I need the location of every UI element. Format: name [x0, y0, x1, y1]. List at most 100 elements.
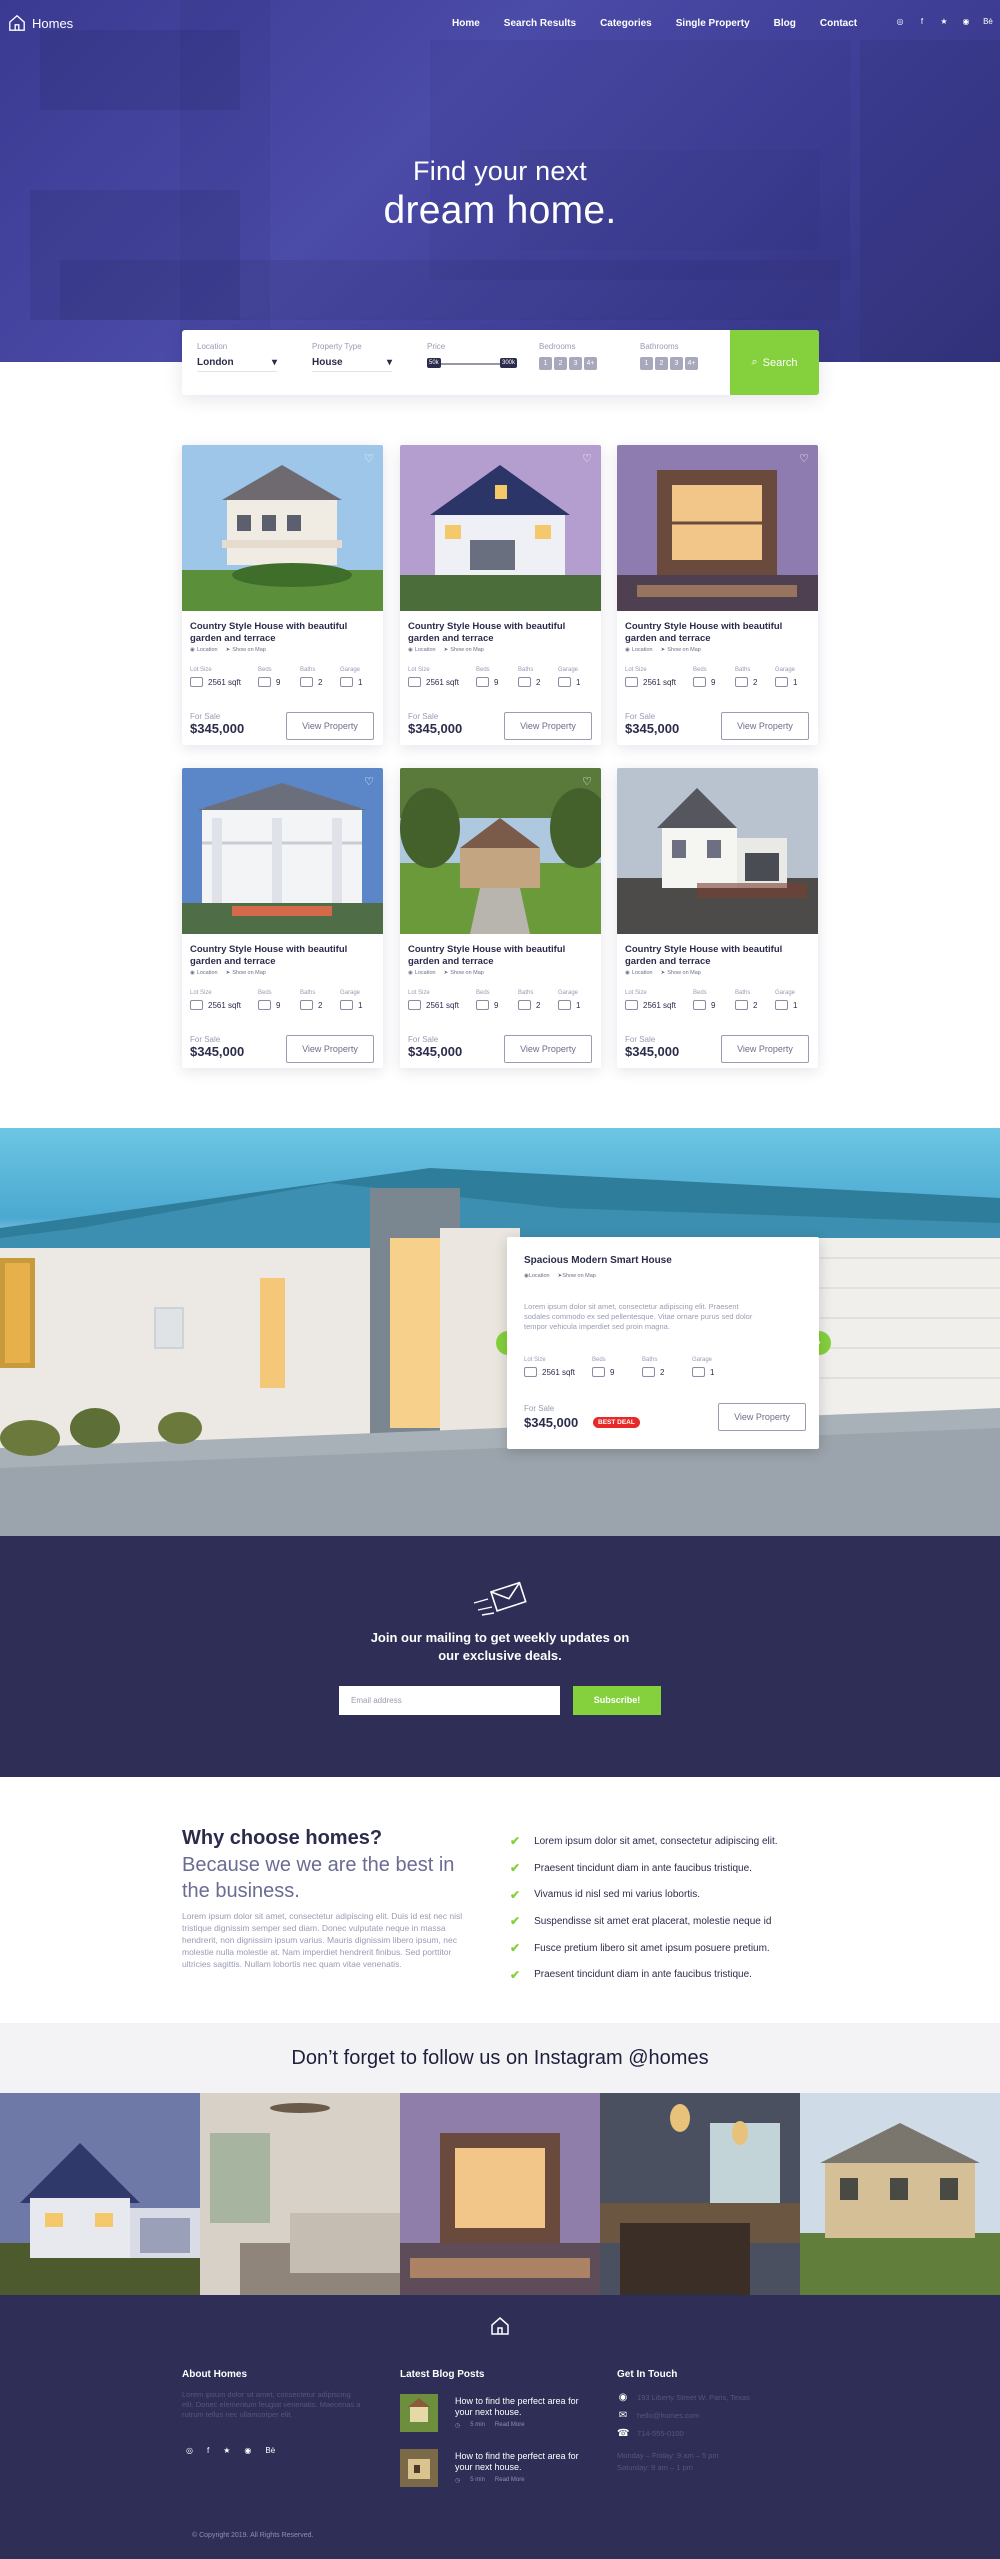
show-on-map-link[interactable]: ➤Show on Map — [444, 970, 484, 976]
sale-status: For Sale — [524, 1404, 555, 1413]
pinterest-icon[interactable]: ◎ — [186, 2446, 193, 2455]
location-link[interactable]: ◉Location — [524, 1273, 550, 1279]
brand[interactable]: Homes — [8, 14, 73, 32]
property-card[interactable]: Country Style House with beautiful garde… — [617, 768, 818, 1068]
behance-icon[interactable]: Bė — [982, 17, 994, 26]
property-photo[interactable] — [400, 768, 601, 934]
menu-blog[interactable]: Blog — [774, 18, 796, 29]
phone-icon: ☎ — [617, 2428, 630, 2439]
garage-value: 1 — [793, 677, 798, 687]
heart-icon[interactable]: ♡ — [799, 452, 809, 465]
location-link[interactable]: ◉Location — [190, 647, 218, 653]
bathrooms-option[interactable]: 2 — [655, 357, 668, 370]
view-property-button[interactable]: View Property — [504, 712, 592, 740]
location-link[interactable]: ◉Location — [408, 970, 436, 976]
menu-contact[interactable]: Contact — [820, 18, 857, 29]
baths-value: 2 — [318, 1000, 323, 1010]
property-title: Country Style House with beautiful garde… — [625, 621, 783, 644]
location-link[interactable]: ◉Location — [625, 970, 653, 976]
blog-post[interactable]: How to find the perfect area for your ne… — [400, 2394, 600, 2434]
property-photo[interactable] — [182, 445, 383, 611]
sale-status: For Sale — [408, 1035, 439, 1044]
price-min-handle[interactable]: 50k — [427, 358, 441, 368]
facebook-icon[interactable]: f — [916, 17, 928, 26]
beds-value: 9 — [711, 1000, 716, 1010]
show-on-map-link[interactable]: ➤Show on Map — [226, 970, 266, 976]
facebook-icon[interactable]: f — [207, 2446, 209, 2455]
property-specs: Lot Size 2561 sqft Beds 9 Baths 2 Garage 1 — [625, 990, 815, 1018]
heart-icon[interactable]: ♡ — [582, 452, 592, 465]
show-on-map-link[interactable]: ➤Show on Map — [558, 1273, 596, 1279]
view-property-button[interactable]: View Property — [286, 1035, 374, 1063]
property-card[interactable]: ♡ Country Style House with beautiful gar… — [617, 445, 818, 745]
garage-label: Garage — [775, 667, 796, 673]
instagram-photo[interactable] — [200, 2093, 400, 2295]
twitter-icon[interactable]: ★ — [938, 17, 950, 26]
view-property-button[interactable]: View Property — [718, 1403, 806, 1431]
email-field[interactable]: Email address — [339, 1686, 560, 1715]
beds-label: Beds — [258, 990, 272, 996]
heart-icon[interactable]: ♡ — [364, 775, 374, 788]
read-more-link[interactable]: Read More — [495, 2422, 525, 2429]
behance-icon[interactable]: Bė — [265, 2446, 275, 2455]
property-photo[interactable] — [617, 445, 818, 611]
dribbble-icon[interactable]: ◉ — [244, 2446, 251, 2455]
property-card[interactable]: ♡ Country Style House with beautiful gar… — [182, 445, 383, 745]
bedrooms-option[interactable]: 1 — [539, 357, 552, 370]
heart-icon[interactable]: ♡ — [582, 775, 592, 788]
property-photo[interactable] — [182, 768, 383, 934]
read-more-link[interactable]: Read More — [495, 2477, 525, 2484]
price-range-slider[interactable]: 50k 300k — [427, 357, 517, 371]
twitter-icon[interactable]: ★ — [223, 2446, 230, 2455]
subscribe-button[interactable]: Subscribe! — [573, 1686, 661, 1715]
lot-size-icon — [190, 1000, 203, 1010]
instagram-photo[interactable] — [400, 2093, 600, 2295]
instagram-photo[interactable] — [600, 2093, 800, 2295]
property-card[interactable]: ♡ Country Style House with beautiful gar… — [182, 768, 383, 1068]
dribbble-icon[interactable]: ◉ — [960, 17, 972, 26]
location-link[interactable]: ◉Location — [408, 647, 436, 653]
location-field[interactable]: Location London ▾ — [197, 342, 277, 372]
garage-icon — [558, 677, 571, 687]
view-property-button[interactable]: View Property — [721, 1035, 809, 1063]
home-logo-icon[interactable] — [490, 2316, 510, 2336]
bathrooms-option[interactable]: 1 — [640, 357, 653, 370]
view-property-button[interactable]: View Property — [721, 712, 809, 740]
show-on-map-link[interactable]: ➤Show on Map — [661, 970, 701, 976]
property-card[interactable]: ♡ Country Style House with beautiful gar… — [400, 768, 601, 1068]
property-card[interactable]: ♡ Country Style House with beautiful gar… — [400, 445, 601, 745]
contact-phone[interactable]: ☎ 714-555-0100 — [617, 2428, 797, 2439]
blog-post[interactable]: How to find the perfect area for your ne… — [400, 2449, 600, 2489]
bathrooms-option[interactable]: 3 — [670, 357, 683, 370]
menu-home[interactable]: Home — [452, 18, 480, 29]
search-button[interactable]: ⌕ Search — [730, 330, 819, 395]
show-on-map-link[interactable]: ➤Show on Map — [444, 647, 484, 653]
bedrooms-option[interactable]: 2 — [554, 357, 567, 370]
menu-categories[interactable]: Categories — [600, 18, 652, 29]
show-on-map-link[interactable]: ➤Show on Map — [661, 647, 701, 653]
bedrooms-option[interactable]: 3 — [569, 357, 582, 370]
instagram-photo[interactable] — [800, 2093, 1000, 2295]
baths-label: Baths — [518, 667, 534, 673]
property-photo[interactable] — [400, 445, 601, 611]
view-property-button[interactable]: View Property — [504, 1035, 592, 1063]
location-link[interactable]: ◉Location — [625, 647, 653, 653]
price-max-handle[interactable]: 300k — [499, 358, 517, 368]
property-type-field[interactable]: Property Type House ▾ — [312, 342, 392, 372]
view-property-button[interactable]: View Property — [286, 712, 374, 740]
blog-thumbnail — [400, 2449, 438, 2487]
baths-label: Baths — [735, 990, 751, 996]
location-link[interactable]: ◉Location — [190, 970, 218, 976]
contact-email[interactable]: ✉ hello@homes.com — [617, 2410, 797, 2421]
menu-search-results[interactable]: Search Results — [504, 18, 576, 29]
instagram-photo[interactable] — [0, 2093, 200, 2295]
bathrooms-option[interactable]: 4+ — [685, 357, 698, 370]
lot-size-label: Lot Size — [190, 990, 212, 996]
menu-single-property[interactable]: Single Property — [676, 18, 750, 29]
bedrooms-option[interactable]: 4+ — [584, 357, 597, 370]
show-on-map-link[interactable]: ➤Show on Map — [226, 647, 266, 653]
property-photo[interactable] — [617, 768, 818, 934]
heart-icon[interactable]: ♡ — [364, 452, 374, 465]
pinterest-icon[interactable]: ◎ — [894, 17, 906, 26]
check-icon: ✔ — [510, 1941, 521, 1956]
